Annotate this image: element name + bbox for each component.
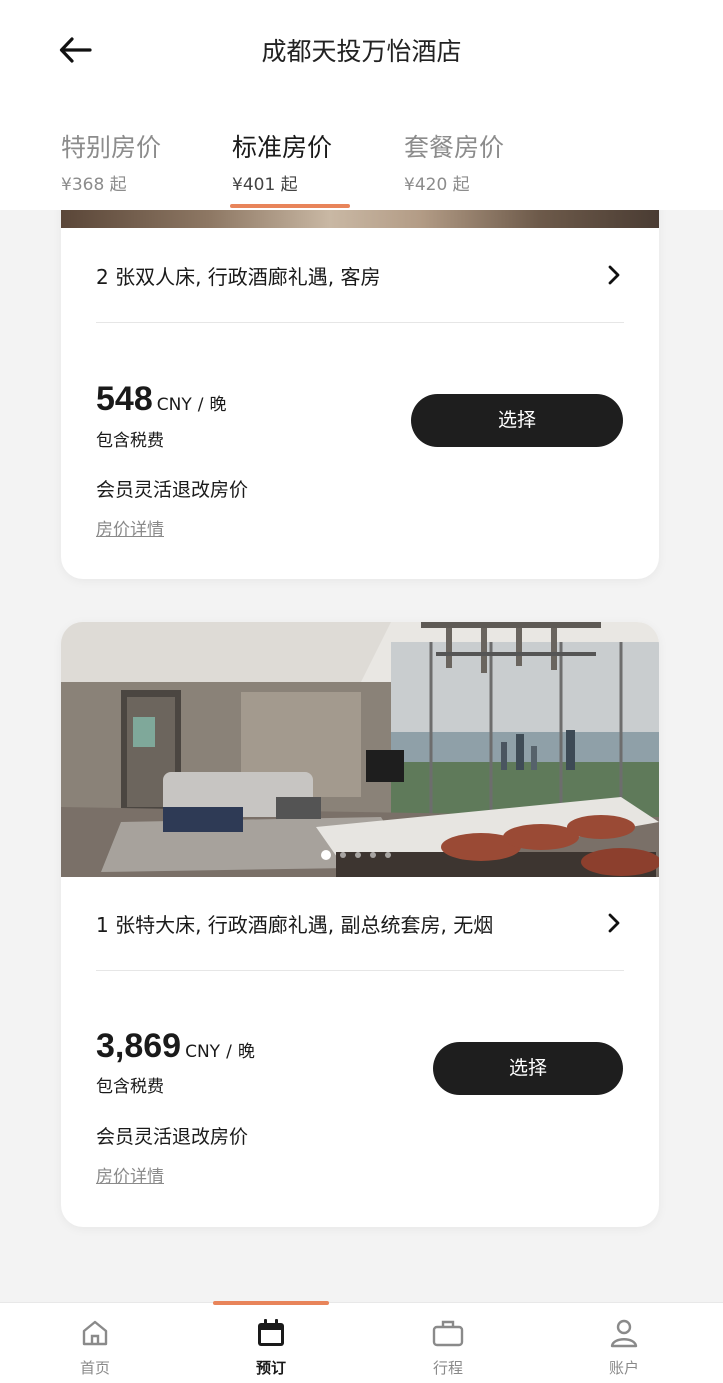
carousel-dot[interactable]	[355, 852, 361, 858]
carousel-dot[interactable]	[370, 852, 376, 858]
tab-price: ¥420 起	[404, 175, 470, 195]
room-title-row[interactable]: 2 张双人床, 行政酒廊礼遇, 客房	[96, 255, 624, 295]
room-photo-image	[61, 622, 659, 877]
tax-note: 包含税费	[96, 431, 164, 451]
rate-details-link[interactable]: 房价详情	[96, 1162, 164, 1187]
tab-price: ¥401 起	[232, 175, 298, 195]
calendar-icon	[258, 1319, 284, 1346]
active-nav-indicator	[213, 1301, 329, 1305]
room-name: 1 张特大床, 行政酒廊礼遇, 副总统套房, 无烟	[96, 913, 494, 937]
bottom-nav: 首页 预订 行程 账户	[0, 1301, 723, 1383]
nav-item-booking[interactable]: 预订	[231, 1317, 311, 1378]
price-per-night: 晚	[237, 1042, 255, 1062]
room-price: 3,869 CNY / 晚	[96, 1027, 255, 1066]
select-button[interactable]: 选择	[433, 1042, 623, 1095]
chevron-right-icon	[608, 265, 620, 285]
divider	[96, 322, 624, 323]
price-slash: /	[197, 395, 204, 415]
price-currency: CNY	[156, 395, 192, 415]
room-name: 2 张双人床, 行政酒廊礼遇, 客房	[96, 265, 381, 289]
select-button[interactable]: 选择	[411, 394, 623, 447]
price-currency: CNY	[185, 1042, 221, 1062]
room-card: 2 张双人床, 行政酒廊礼遇, 客房 548 CNY / 晚 包含税费 选择 会员灵活…	[61, 210, 659, 579]
nav-item-home[interactable]: 首页	[55, 1317, 135, 1378]
room-photo[interactable]	[61, 210, 659, 228]
briefcase-icon	[432, 1320, 464, 1347]
room-list[interactable]: 2 张双人床, 行政酒廊礼遇, 客房 548 CNY / 晚 包含税费 选择 会员灵活…	[0, 210, 723, 1302]
carousel-dot[interactable]	[340, 852, 346, 858]
rate-details-link[interactable]: 房价详情	[96, 515, 164, 540]
room-price: 548 CNY / 晚	[96, 380, 226, 419]
tab-price: ¥368 起	[61, 175, 127, 195]
price-amount: 548	[96, 380, 153, 418]
home-icon	[82, 1320, 108, 1346]
price-per-night: 晚	[209, 395, 227, 415]
tab-standard-rate[interactable]: 标准房价 ¥401 起	[232, 128, 332, 195]
rate-policy: 会员灵活退改房价	[96, 1126, 249, 1148]
divider	[96, 970, 624, 971]
tab-special-rate[interactable]: 特别房价 ¥368 起	[61, 128, 161, 195]
nav-label: 账户	[608, 1359, 639, 1377]
tab-package-rate[interactable]: 套餐房价 ¥420 起	[404, 128, 504, 195]
rate-policy: 会员灵活退改房价	[96, 479, 249, 501]
nav-item-trips[interactable]: 行程	[408, 1317, 488, 1378]
chevron-right-icon	[608, 913, 620, 933]
room-title-row[interactable]: 1 张特大床, 行政酒廊礼遇, 副总统套房, 无烟	[96, 903, 624, 943]
user-icon	[610, 1319, 638, 1348]
nav-item-account[interactable]: 账户	[584, 1317, 664, 1378]
carousel-dot[interactable]	[321, 850, 331, 860]
tab-label: 标准房价	[232, 133, 333, 162]
tab-label: 特别房价	[61, 133, 162, 162]
nav-label: 预订	[255, 1359, 286, 1377]
carousel-dot[interactable]	[385, 852, 391, 858]
room-card: 1 张特大床, 行政酒廊礼遇, 副总统套房, 无烟 3,869 CNY / 晚 包含税…	[61, 622, 659, 1227]
nav-label: 首页	[79, 1359, 110, 1377]
price-amount: 3,869	[96, 1027, 182, 1065]
photo-carousel-dots	[321, 850, 391, 860]
tax-note: 包含税费	[96, 1077, 164, 1097]
price-slash: /	[226, 1042, 232, 1062]
page-title: 成都天投万怡酒店	[261, 37, 462, 66]
nav-label: 行程	[432, 1359, 463, 1377]
top-header: 成都天投万怡酒店 特别房价 ¥368 起 标准房价 ¥401 起 套餐房价 ¥4…	[0, 0, 723, 210]
active-tab-indicator	[230, 204, 350, 208]
tab-label: 套餐房价	[404, 133, 505, 162]
room-photo[interactable]	[61, 622, 659, 877]
